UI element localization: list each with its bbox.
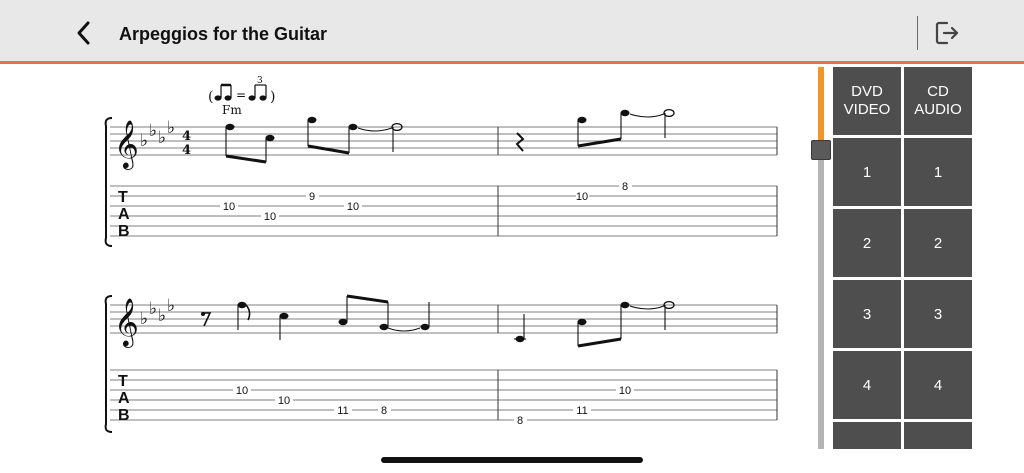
tab-number: 10 xyxy=(223,201,235,213)
tab-number: 8 xyxy=(381,405,387,417)
tuplet-number: 3 xyxy=(257,76,263,86)
svg-text:♭: ♭ xyxy=(167,296,175,316)
header-bar: Arpeggios for the Guitar xyxy=(0,0,1024,64)
cd-audio-track-2[interactable]: 2 xyxy=(904,209,972,277)
tab-number: 11 xyxy=(337,405,348,417)
tab-letter-t: T xyxy=(118,373,128,390)
dvd-video-track-4[interactable]: 4 xyxy=(833,351,901,419)
chord-symbol: Fm xyxy=(222,103,242,117)
tab-number: 10 xyxy=(264,211,276,223)
time-sig-top: 4 xyxy=(182,129,191,144)
back-button[interactable] xyxy=(68,18,98,48)
chevron-left-icon xyxy=(77,21,90,45)
tab-letter-b: B xyxy=(118,223,130,240)
svg-text:): ) xyxy=(270,89,275,105)
tab-number: 8 xyxy=(622,181,628,193)
svg-text:♭: ♭ xyxy=(140,309,148,329)
header-divider xyxy=(917,16,918,50)
svg-text:♭: ♭ xyxy=(149,121,157,141)
dvd-video-track-5[interactable] xyxy=(833,422,901,449)
treble-clef-icon: 𝄞 xyxy=(114,297,139,348)
cd-audio-track-3[interactable]: 3 xyxy=(904,280,972,348)
notes-measure-2 xyxy=(515,108,675,152)
cd-audio-track-5[interactable] xyxy=(904,422,972,449)
svg-text:♭: ♭ xyxy=(158,128,166,148)
cd-audio-header: CD AUDIO xyxy=(904,67,972,135)
home-indicator xyxy=(381,457,643,463)
swing-equals: = xyxy=(236,88,246,102)
scroll-progress-fill xyxy=(818,67,824,140)
exit-icon xyxy=(935,21,959,45)
page-title: Arpeggios for the Guitar xyxy=(119,24,328,44)
dvd-video-track-2[interactable]: 2 xyxy=(833,209,901,277)
svg-text:♭: ♭ xyxy=(140,131,148,151)
swing-marking: ( = 3 ) xyxy=(208,76,275,105)
dvd-video-header: DVD VIDEO xyxy=(833,67,901,135)
system-2: 𝄞 ♭ ♭ ♭ ♭ T A B 10 10 11 8 8 11 10 xyxy=(104,294,778,433)
svg-text:(: ( xyxy=(208,89,213,105)
dvd-video-track-3[interactable]: 3 xyxy=(833,280,901,348)
tab-number: 11 xyxy=(576,405,587,417)
tab-number: 10 xyxy=(236,385,248,397)
treble-clef-icon: 𝄞 xyxy=(114,119,139,170)
track-panel: DVD VIDEO CD AUDIO 1 1 2 2 3 3 4 4 xyxy=(833,67,973,449)
svg-text:♭: ♭ xyxy=(149,299,157,319)
scroll-track[interactable] xyxy=(818,67,824,449)
tab-letter-a: A xyxy=(118,390,130,407)
score-sheet: ( = 3 ) Fm 𝄞 ♭ ♭ ♭ ♭ 4 4 T A B 10 10 9 1… xyxy=(104,76,778,433)
tab-letter-b: B xyxy=(118,407,130,424)
tab-number: 10 xyxy=(619,385,631,397)
tab-number: 10 xyxy=(278,395,290,407)
notes-measure-4 xyxy=(514,300,675,348)
tab-letter-t: T xyxy=(118,189,128,206)
tab-number: 9 xyxy=(309,191,315,203)
system-1: 𝄞 ♭ ♭ ♭ ♭ 4 4 T A B 10 10 9 10 10 8 xyxy=(104,108,778,247)
tab-letter-a: A xyxy=(118,206,130,223)
cd-audio-track-1[interactable]: 1 xyxy=(904,138,972,206)
svg-text:♭: ♭ xyxy=(167,118,175,138)
dvd-video-track-1[interactable]: 1 xyxy=(833,138,901,206)
time-sig-bottom: 4 xyxy=(182,143,191,158)
cd-audio-track-4[interactable]: 4 xyxy=(904,351,972,419)
scroll-thumb[interactable] xyxy=(811,139,831,160)
exit-button[interactable] xyxy=(930,18,964,48)
tab-number: 10 xyxy=(576,191,588,203)
tab-number: 8 xyxy=(517,415,523,427)
svg-text:♭: ♭ xyxy=(158,306,166,326)
tab-number: 10 xyxy=(347,201,359,213)
